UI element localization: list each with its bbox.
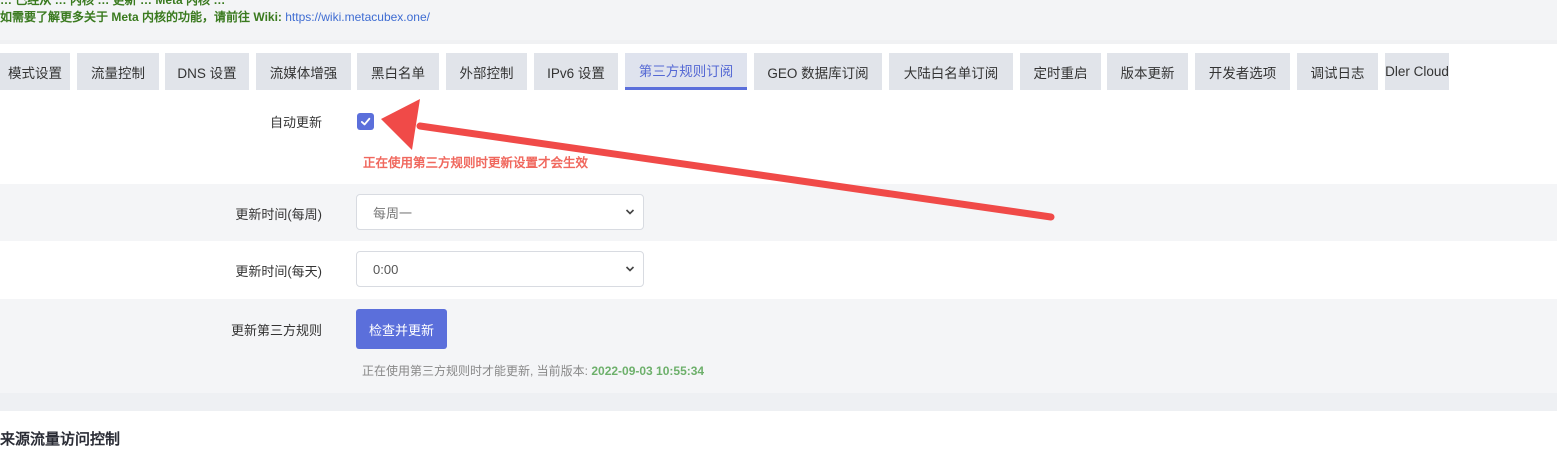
annotation-arrow <box>381 99 1055 221</box>
